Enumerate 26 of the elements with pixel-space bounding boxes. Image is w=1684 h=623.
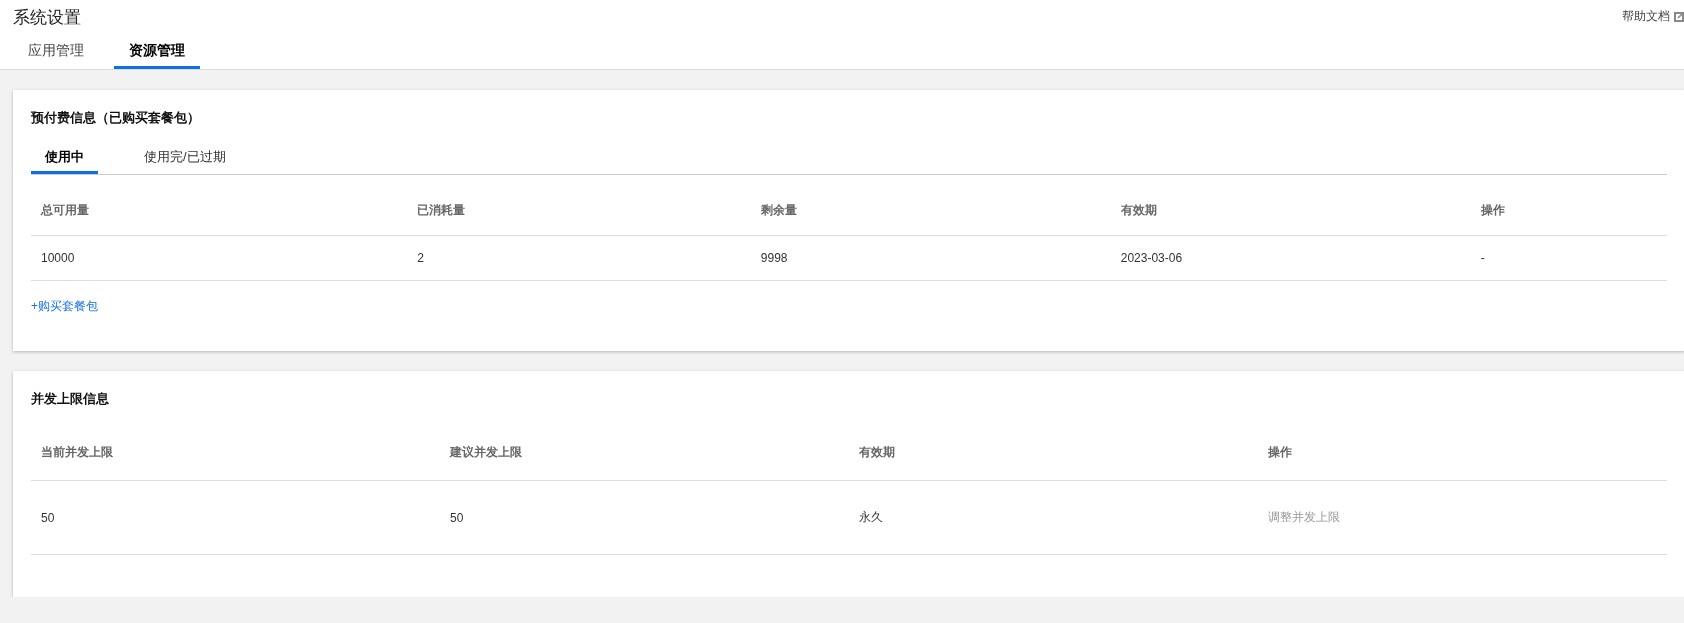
column-header: 操作	[1470, 185, 1667, 236]
column-header: 当前并发上限	[31, 425, 440, 481]
column-header: 有效期	[1110, 185, 1471, 236]
column-header: 总可用量	[31, 185, 408, 236]
table-cell: -	[1470, 235, 1667, 281]
table-cell: 10000	[31, 235, 408, 281]
table-cell: 50	[31, 480, 440, 555]
column-header: 建议并发上限	[440, 425, 849, 481]
tab[interactable]: 使用中	[31, 146, 98, 174]
section-title: 并发上限信息	[31, 390, 110, 408]
section-title: 预付费信息（已购买套餐包）	[31, 109, 201, 127]
table-cell: 2	[407, 235, 751, 281]
table-cell: 2023-03-06	[1110, 235, 1471, 281]
tab[interactable]: 资源管理	[114, 38, 200, 69]
help-link[interactable]: 帮助文档	[1622, 8, 1684, 25]
column-header: 操作	[1258, 425, 1667, 481]
table-cell: 50	[440, 480, 849, 555]
table-cell: 9998	[750, 235, 1111, 281]
column-header: 已消耗量	[407, 185, 751, 236]
tab[interactable]: 应用管理	[28, 38, 84, 69]
column-header: 有效期	[849, 425, 1258, 481]
column-header: 剩余量	[750, 185, 1111, 236]
table-cell: 永久	[849, 480, 1258, 555]
tab[interactable]: 使用完/已过期	[130, 146, 240, 174]
page-title: 系统设置	[13, 7, 81, 29]
buy-package-link[interactable]: +购买套餐包	[31, 298, 98, 315]
